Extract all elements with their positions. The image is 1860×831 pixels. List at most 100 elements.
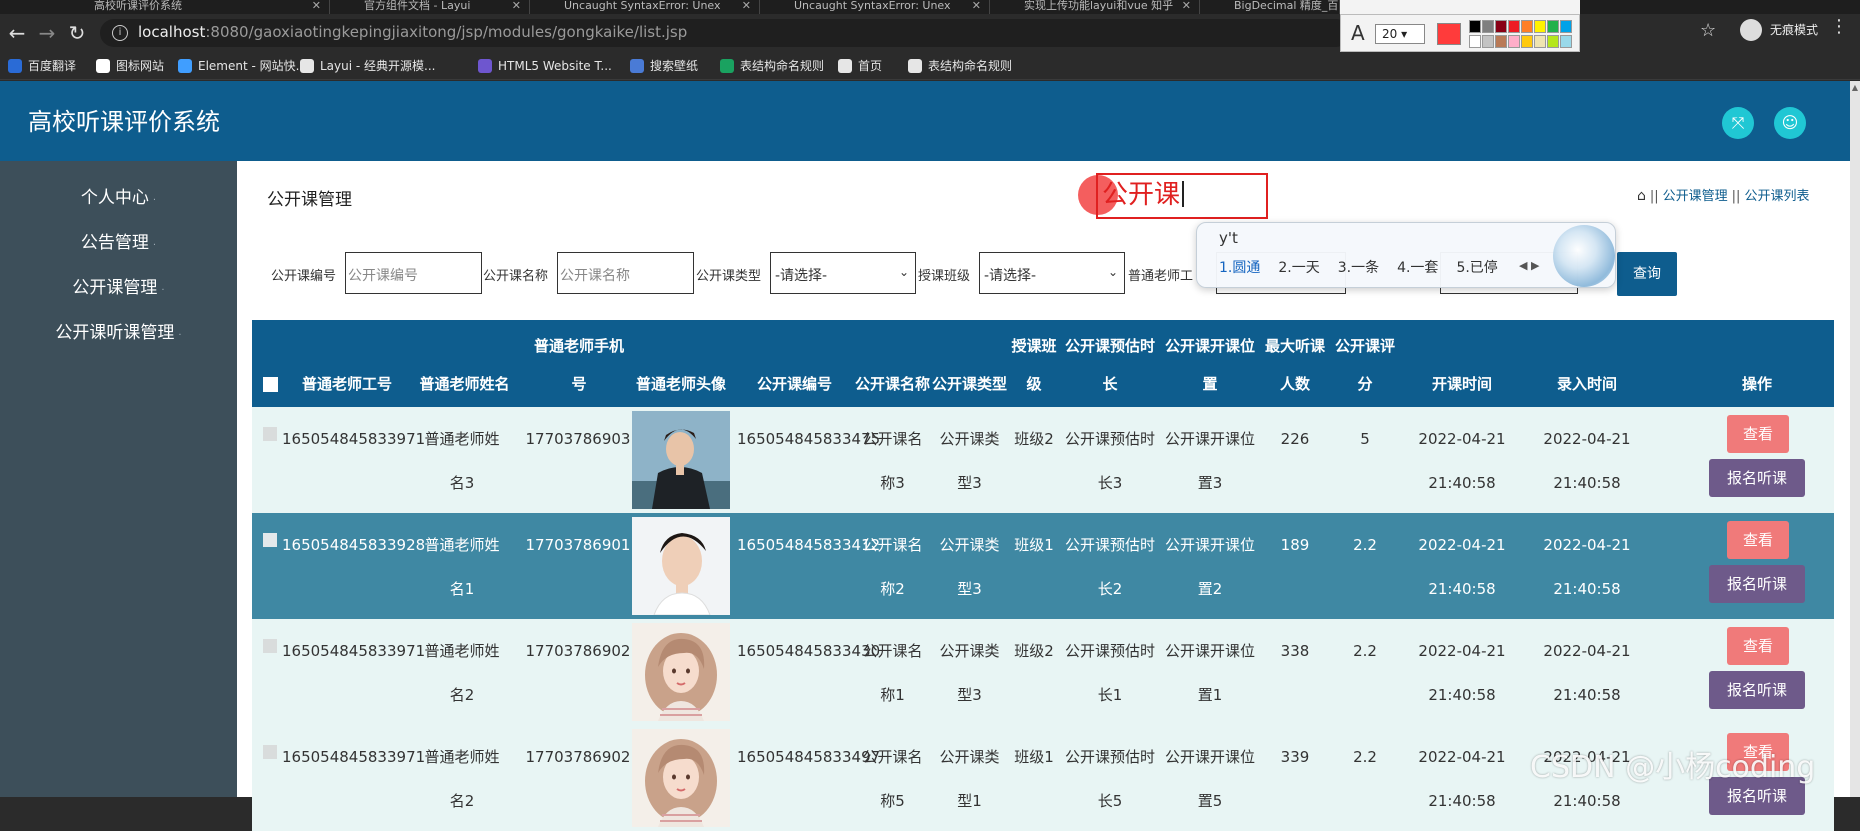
color-swatch[interactable] — [1495, 34, 1507, 48]
row-checkbox[interactable] — [263, 639, 277, 653]
col-start-time: 开课时间 — [1431, 375, 1492, 393]
user-icon[interactable]: ☺ — [1774, 107, 1806, 139]
color-swatch[interactable] — [1508, 34, 1520, 48]
color-swatch[interactable] — [1508, 20, 1520, 33]
forward-icon[interactable]: → — [34, 20, 60, 46]
color-swatch[interactable] — [1560, 34, 1572, 48]
scroll-up-icon[interactable]: ▲ — [1850, 83, 1860, 93]
close-icon[interactable]: ✕ — [1182, 0, 1191, 12]
close-icon[interactable]: ✕ — [312, 0, 321, 12]
cell-text: 型3 — [957, 474, 982, 492]
color-swatch[interactable] — [1560, 20, 1572, 33]
browser-tab[interactable]: Uncaught SyntaxError: Unex ✕ — [530, 0, 760, 14]
table-cell: 2.2 — [1330, 735, 1400, 779]
ime-candidate[interactable]: 2.一天 — [1278, 260, 1319, 276]
browser-tab[interactable]: BigDecimal 精度_百 — [1200, 0, 1340, 14]
back-icon[interactable]: ← — [4, 20, 30, 46]
bookmark-item[interactable]: Element - 网站快... — [178, 57, 307, 75]
color-swatch[interactable] — [1534, 34, 1546, 48]
ime-candidate[interactable]: 5.已停 — [1456, 260, 1497, 276]
home-icon[interactable]: ⌂ — [1637, 188, 1646, 204]
info-icon[interactable]: i — [112, 25, 128, 41]
course-type-select[interactable]: -请选择- ⌄ — [770, 252, 916, 294]
table-row[interactable]: 165054845833971 普通老师姓 名3 17703786903 1650548… — [252, 407, 1834, 513]
color-swatch[interactable] — [1495, 20, 1507, 33]
cell-text: 公开课名 — [862, 536, 923, 554]
row-checkbox[interactable] — [263, 745, 277, 759]
table-cell: 普通老师姓 名2 — [402, 629, 522, 717]
class-select[interactable]: -请选择- ⌄ — [979, 252, 1125, 294]
close-icon[interactable]: ✕ — [972, 0, 981, 12]
sidebar-item-open-courses[interactable]: 公开课管理 · — [0, 273, 237, 303]
table-row[interactable]: 165054845833928 普通老师姓 名1 17703786901 1650548… — [252, 513, 1834, 619]
browser-tab[interactable]: 高校听课评价系统 ✕ — [60, 0, 330, 14]
color-swatch[interactable] — [1482, 34, 1494, 48]
col-duration-wrap: 长 — [1102, 375, 1118, 393]
bookmark-item[interactable]: 图标网站 — [96, 57, 164, 75]
color-swatch[interactable] — [1469, 20, 1481, 33]
bookmark-item[interactable]: 表结构命名规则 — [720, 57, 824, 75]
ime-candidate[interactable]: 3.一条 — [1338, 260, 1379, 276]
font-size-select[interactable]: 20 ▾ — [1375, 24, 1425, 44]
close-icon[interactable]: ✕ — [512, 0, 521, 12]
bookmark-item[interactable]: 百度翻译 — [8, 57, 76, 75]
view-button[interactable]: 查看 — [1727, 521, 1789, 559]
cell-text: 普通老师姓 — [424, 430, 500, 448]
reload-icon[interactable]: ↻ — [64, 20, 90, 46]
address-bar[interactable]: i localhost:8080/gaoxiaotingkepingjiaxit… — [100, 19, 1350, 47]
color-swatch[interactable] — [1521, 34, 1533, 48]
color-swatch[interactable] — [1482, 20, 1494, 33]
bookmark-icon — [908, 59, 922, 73]
select-all-checkbox[interactable] — [263, 377, 278, 392]
incognito-indicator[interactable]: 无痕模式 — [1738, 17, 1818, 43]
course-type-selected: -请选择- — [775, 268, 828, 284]
breadcrumb-item[interactable]: 公开课管理 — [1663, 189, 1728, 204]
course-name-input[interactable]: 公开课名称 — [557, 252, 694, 294]
sidebar-item-notices[interactable]: 公告管理 · — [0, 228, 237, 258]
table-cell: 班级1 — [1008, 735, 1060, 779]
enroll-button[interactable]: 报名听课 — [1709, 671, 1805, 709]
row-checkbox[interactable] — [263, 533, 277, 547]
bookmark-label: 图标网站 — [116, 59, 165, 73]
view-button[interactable]: 查看 — [1727, 627, 1789, 665]
table-row[interactable]: 165054845833971 普通老师姓 名2 17703786902 1650548… — [252, 619, 1834, 725]
row-checkbox[interactable] — [263, 427, 277, 441]
cell-text: 置1 — [1197, 686, 1223, 704]
bookmark-item[interactable]: HTML5 Website T... — [478, 57, 612, 75]
enroll-button[interactable]: 报名听课 — [1709, 565, 1805, 603]
ime-candidate[interactable]: 4.一套 — [1397, 260, 1438, 276]
color-swatch[interactable] — [1547, 20, 1559, 33]
color-swatch[interactable] — [1521, 20, 1533, 33]
sidebar-item-profile[interactable]: 个人中心 · — [0, 183, 237, 213]
course-no-input[interactable]: 公开课编号 — [345, 252, 482, 294]
menu-icon[interactable]: ⋮ — [1830, 16, 1848, 37]
fullscreen-icon[interactable]: ⤧ — [1722, 107, 1754, 139]
breadcrumb-item[interactable]: 公开课列表 — [1744, 189, 1809, 204]
bookmark-item[interactable]: 首页 — [838, 57, 882, 75]
cell-text: 2.2 — [1353, 536, 1377, 554]
color-swatch[interactable] — [1469, 34, 1481, 48]
ime-pager-icon[interactable]: ◀ ▶ — [1519, 259, 1539, 272]
query-button[interactable]: 查询 — [1617, 252, 1677, 296]
ime-candidate[interactable]: 1.圆通 — [1219, 260, 1260, 276]
view-button[interactable]: 查看 — [1727, 415, 1789, 453]
close-icon[interactable]: ✕ — [742, 0, 751, 12]
text-tool-icon[interactable]: A — [1351, 21, 1365, 45]
scrollbar[interactable] — [1850, 81, 1860, 797]
star-icon[interactable]: ☆ — [1700, 20, 1716, 41]
browser-tab[interactable]: 官方组件文档 - Layui ✕ — [330, 0, 530, 14]
enroll-button[interactable]: 报名听课 — [1709, 459, 1805, 497]
browser-tab[interactable]: Uncaught SyntaxError: Unex ✕ — [760, 0, 990, 14]
color-swatch[interactable] — [1534, 20, 1546, 33]
breadcrumb: ⌂ || 公开课管理 || 公开课列表 — [1637, 185, 1809, 204]
sidebar-item-course-attendance[interactable]: 公开课听课管理 · — [0, 318, 237, 348]
cell-text: 公开课预估时 — [1064, 748, 1155, 766]
cell-text: 17703786902 — [525, 642, 631, 660]
bookmark-item[interactable]: 搜索壁纸 — [630, 57, 698, 75]
browser-tab[interactable]: 实现上传功能layui和vue 知乎 ✕ — [990, 0, 1200, 14]
current-color-swatch[interactable] — [1437, 23, 1461, 45]
bookmark-item[interactable]: Layui - 经典开源模... — [300, 57, 435, 75]
color-swatch[interactable] — [1547, 34, 1559, 48]
bookmark-item[interactable]: 表结构命名规则 — [908, 57, 1012, 75]
ime-candidates: 1.圆通 2.一天 3.一条 4.一套 5.已停 — [1219, 257, 1516, 277]
